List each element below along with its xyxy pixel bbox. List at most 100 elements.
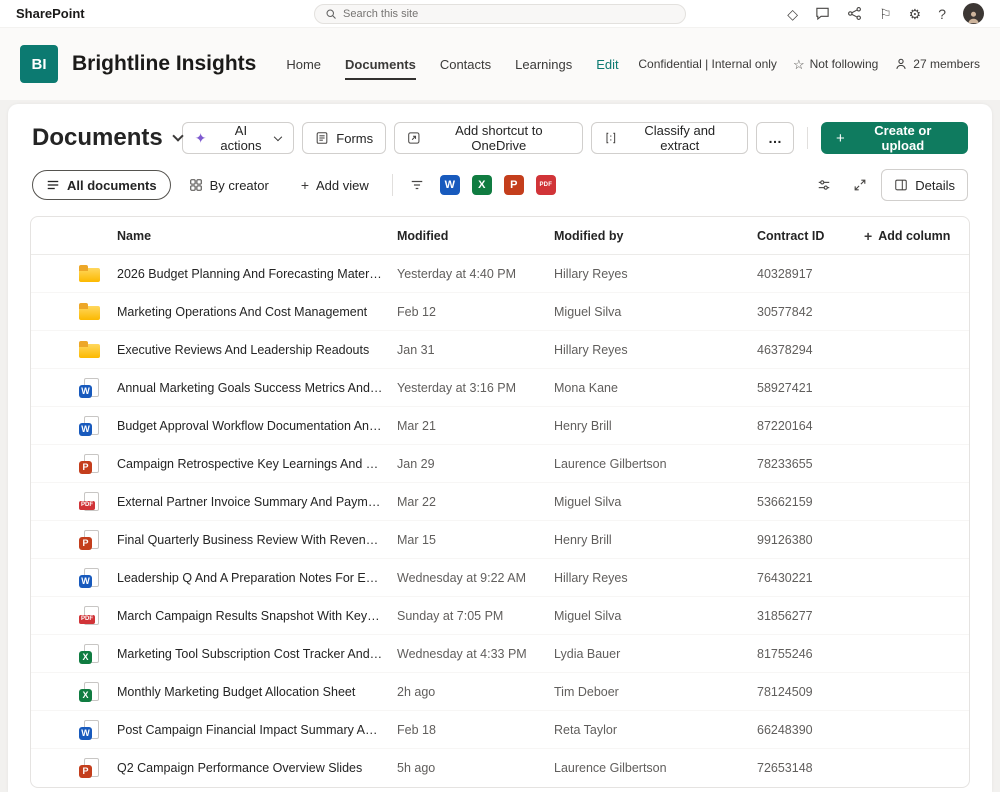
suite-icons: ◇ ⚐ ⚙ ? (787, 3, 984, 24)
word-app-icon[interactable] (439, 175, 460, 195)
table-row[interactable]: Marketing Tool Subscription Cost Tracker… (31, 635, 969, 673)
table-row[interactable]: Executive Reviews And Leadership Readout… (31, 331, 969, 369)
document-name[interactable]: March Campaign Results Snapshot With Key… (117, 609, 397, 623)
modified-by-value[interactable]: Hillary Reyes (554, 571, 757, 585)
nav-documents[interactable]: Documents (345, 49, 416, 80)
modified-by-value[interactable]: Mona Kane (554, 381, 757, 395)
column-header-contract-id[interactable]: Contract ID (757, 229, 864, 243)
modified-by-value[interactable]: Miguel Silva (554, 609, 757, 623)
members-count[interactable]: 27 members (894, 57, 980, 71)
nav-learnings[interactable]: Learnings (515, 49, 572, 80)
table-row[interactable]: Q2 Campaign Performance Overview Slides … (31, 749, 969, 787)
details-button[interactable]: Details (881, 169, 968, 201)
follow-button[interactable]: ☆ Not following (793, 57, 878, 71)
powerpoint-app-icon[interactable] (503, 175, 524, 195)
document-name[interactable]: External Partner Invoice Summary And Pay… (117, 495, 397, 509)
classify-extract-button[interactable]: Classify and extract (590, 122, 748, 154)
document-name[interactable]: Final Quarterly Business Review With Rev… (117, 533, 397, 547)
table-row[interactable]: Final Quarterly Business Review With Rev… (31, 521, 969, 559)
table-row[interactable]: Campaign Retrospective Key Learnings And… (31, 445, 969, 483)
file-icon-cell (31, 302, 117, 322)
table-row[interactable]: March Campaign Results Snapshot With Key… (31, 597, 969, 635)
nav-edit[interactable]: Edit (596, 49, 618, 80)
more-actions-button[interactable]: … (755, 122, 794, 154)
table-row[interactable]: Marketing Operations And Cost Management… (31, 293, 969, 331)
divider (391, 174, 393, 196)
main-content: Documents ✦ AI actions Forms Add shortcu… (8, 104, 992, 792)
document-name[interactable]: Marketing Operations And Cost Management (117, 305, 397, 319)
view-all-documents[interactable]: All documents (32, 170, 171, 200)
filter-sort-button[interactable] (402, 170, 432, 200)
modified-value: Mar 15 (397, 532, 436, 547)
column-header-name[interactable]: Name (117, 229, 397, 243)
add-view-button[interactable]: + Add view (287, 170, 383, 200)
contract-id-value: 30577842 (757, 304, 813, 319)
person-icon (968, 11, 979, 24)
document-name[interactable]: Leadership Q And A Preparation Notes For… (117, 571, 397, 585)
sharepoint-logo[interactable]: SharePoint (16, 6, 85, 21)
filters-panel-button[interactable] (809, 170, 839, 200)
document-name[interactable]: Budget Approval Workflow Documentation A… (117, 419, 397, 433)
modified-by-value[interactable]: Hillary Reyes (554, 267, 757, 281)
view-by-creator[interactable]: By creator (175, 170, 283, 200)
site-logo[interactable]: BI (20, 45, 58, 83)
document-name[interactable]: Post Campaign Financial Impact Summary A… (117, 723, 397, 737)
nav-home[interactable]: Home (286, 49, 321, 80)
document-name[interactable]: 2026 Budget Planning And Forecasting Mat… (117, 267, 397, 281)
modified-by-value[interactable]: Miguel Silva (554, 495, 757, 509)
search-box[interactable] (314, 4, 686, 24)
document-name[interactable]: Monthly Marketing Budget Allocation Shee… (117, 685, 397, 699)
table-row[interactable]: Monthly Marketing Budget Allocation Shee… (31, 673, 969, 711)
help-icon[interactable]: ? (938, 7, 946, 21)
diamond-icon[interactable]: ◇ (787, 7, 798, 21)
members-label: 27 members (913, 57, 980, 71)
document-name[interactable]: Campaign Retrospective Key Learnings And… (117, 457, 397, 471)
modified-by-value[interactable]: Laurence Gilbertson (554, 761, 757, 775)
modified-value: Wednesday at 9:22 AM (397, 570, 527, 585)
share-icon[interactable] (847, 6, 862, 21)
table-row[interactable]: Leadership Q And A Preparation Notes For… (31, 559, 969, 597)
nav-contacts[interactable]: Contacts (440, 49, 491, 80)
table-row[interactable]: Budget Approval Workflow Documentation A… (31, 407, 969, 445)
document-name[interactable]: Q2 Campaign Performance Overview Slides (117, 761, 397, 775)
settings-gear-icon[interactable]: ⚙ (909, 7, 922, 21)
modified-by-value[interactable]: Reta Taylor (554, 723, 757, 737)
details-label: Details (915, 177, 955, 193)
table-row[interactable]: 2026 Budget Planning And Forecasting Mat… (31, 255, 969, 293)
flag-icon[interactable]: ⚐ (879, 7, 892, 21)
document-name[interactable]: Annual Marketing Goals Success Metrics A… (117, 381, 397, 395)
modified-by-value[interactable]: Miguel Silva (554, 305, 757, 319)
modified-by-value[interactable]: Laurence Gilbertson (554, 457, 757, 471)
diagonal-expand-icon (854, 179, 866, 191)
expand-button[interactable] (845, 170, 875, 200)
chat-icon[interactable] (815, 6, 830, 21)
table-row[interactable]: Post Campaign Financial Impact Summary A… (31, 711, 969, 749)
avatar[interactable] (963, 3, 984, 24)
excel-app-icon[interactable] (471, 175, 492, 195)
pdf-app-icon[interactable] (535, 175, 556, 195)
document-name[interactable]: Executive Reviews And Leadership Readout… (117, 343, 397, 357)
site-nav: Home Documents Contacts Learnings Edit (286, 28, 619, 100)
star-icon: ☆ (792, 56, 805, 72)
modified-by-value[interactable]: Tim Deboer (554, 685, 757, 699)
add-view-label: Add view (316, 177, 369, 193)
powerpoint-icon (79, 453, 101, 474)
add-column-button[interactable]: + Add column (864, 229, 969, 243)
modified-by-value[interactable]: Lydia Bauer (554, 647, 757, 661)
create-or-upload-button[interactable]: + Create or upload (820, 122, 968, 154)
modified-by-value[interactable]: Henry Brill (554, 533, 757, 547)
forms-button[interactable]: Forms (302, 122, 387, 154)
table-row[interactable]: Annual Marketing Goals Success Metrics A… (31, 369, 969, 407)
column-header-modified-by[interactable]: Modified by (554, 229, 757, 243)
modified-by-value[interactable]: Hillary Reyes (554, 343, 757, 357)
table-row[interactable]: External Partner Invoice Summary And Pay… (31, 483, 969, 521)
search-input[interactable] (343, 8, 675, 20)
column-header-modified[interactable]: Modified (397, 229, 554, 243)
add-shortcut-onedrive-button[interactable]: Add shortcut to OneDrive (394, 122, 583, 154)
modified-by-value[interactable]: Henry Brill (554, 419, 757, 433)
file-icon-cell (31, 567, 117, 588)
site-title: Brightline Insights (72, 52, 257, 75)
document-name[interactable]: Marketing Tool Subscription Cost Tracker… (117, 647, 397, 661)
ai-actions-button[interactable]: ✦ AI actions (181, 122, 295, 154)
page-title[interactable]: Documents (32, 124, 184, 152)
